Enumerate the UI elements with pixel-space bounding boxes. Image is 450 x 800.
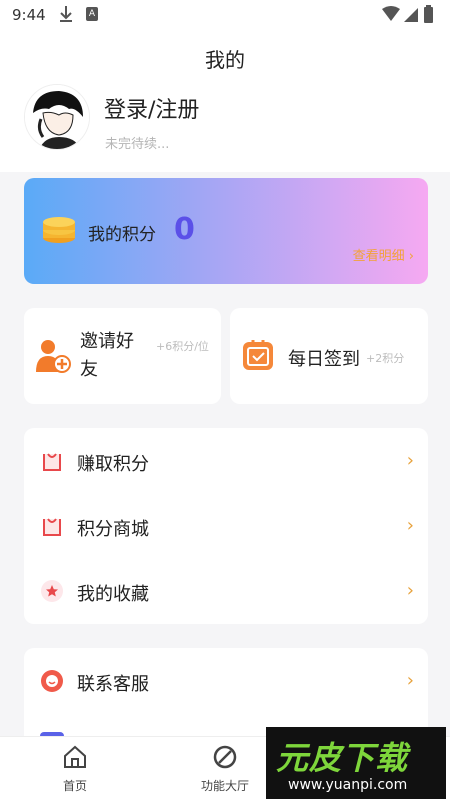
menu-item-points-mall[interactable]: 积分商城 › (24, 501, 428, 551)
profile-subtitle: 未完待续... (105, 137, 170, 152)
invite-friends-card[interactable]: 邀请好友 +6积分/位 (24, 308, 221, 404)
menu-item-label: 联系客服 (77, 674, 149, 695)
points-label: 我的积分 (88, 225, 156, 245)
checkin-bonus: +2积分 (366, 352, 405, 365)
nav-home[interactable]: 首页 (25, 745, 125, 794)
star-icon (40, 579, 64, 603)
menu-item-label: 积分商城 (77, 519, 149, 540)
notification-a-icon: A (86, 7, 98, 21)
calendar-check-icon (242, 339, 274, 375)
chevron-right-icon: › (406, 580, 414, 601)
nav-features[interactable]: 功能大厅 (175, 745, 275, 794)
checkin-label: 每日签到 (288, 349, 360, 370)
menu-item-favorites[interactable]: 我的收藏 › (24, 566, 428, 616)
coins-icon (42, 214, 76, 248)
points-value: 0 (174, 212, 195, 247)
service-icon (40, 669, 64, 693)
bag-icon (40, 449, 64, 473)
invite-bonus: +6积分/位 (156, 340, 209, 353)
bag-icon (40, 514, 64, 538)
nav-home-label: 首页 (62, 779, 87, 793)
status-bar: 9:44 A (0, 0, 450, 32)
chevron-right-icon: › (406, 515, 414, 536)
home-icon (62, 745, 88, 773)
points-card[interactable]: 我的积分 0 查看明细 › (24, 178, 428, 284)
watermark-logo: 元皮下载 www.yuanpi.com (266, 727, 446, 799)
download-icon (58, 4, 74, 28)
add-user-icon (34, 338, 72, 378)
watermark-text: 元皮下载 (276, 739, 409, 777)
chevron-right-icon: › (406, 670, 414, 691)
avatar[interactable] (24, 84, 90, 150)
page-title: 我的 (205, 48, 245, 72)
menu-item-earn-points[interactable]: 赚取积分 › (24, 436, 428, 486)
status-time: 9:44 (12, 6, 46, 24)
points-detail-link[interactable]: 查看明细 › (353, 245, 414, 264)
invite-label: 邀请好友 (80, 331, 134, 380)
login-register-link[interactable]: 登录/注册 (104, 92, 199, 124)
menu-item-label: 赚取积分 (77, 454, 149, 475)
menu-item-label: 我的收藏 (77, 584, 149, 605)
chevron-right-icon: › (406, 450, 414, 471)
nav-features-label: 功能大厅 (200, 779, 249, 793)
compass-icon (213, 745, 237, 773)
menu-item-contact-service[interactable]: 联系客服 › (24, 656, 428, 706)
daily-checkin-card[interactable]: 每日签到 +2积分 (230, 308, 428, 404)
points-menu-card: 赚取积分 › 积分商城 › 我的收藏 › (24, 428, 428, 624)
watermark-url: www.yuanpi.com (288, 777, 408, 793)
status-icons (380, 5, 440, 29)
